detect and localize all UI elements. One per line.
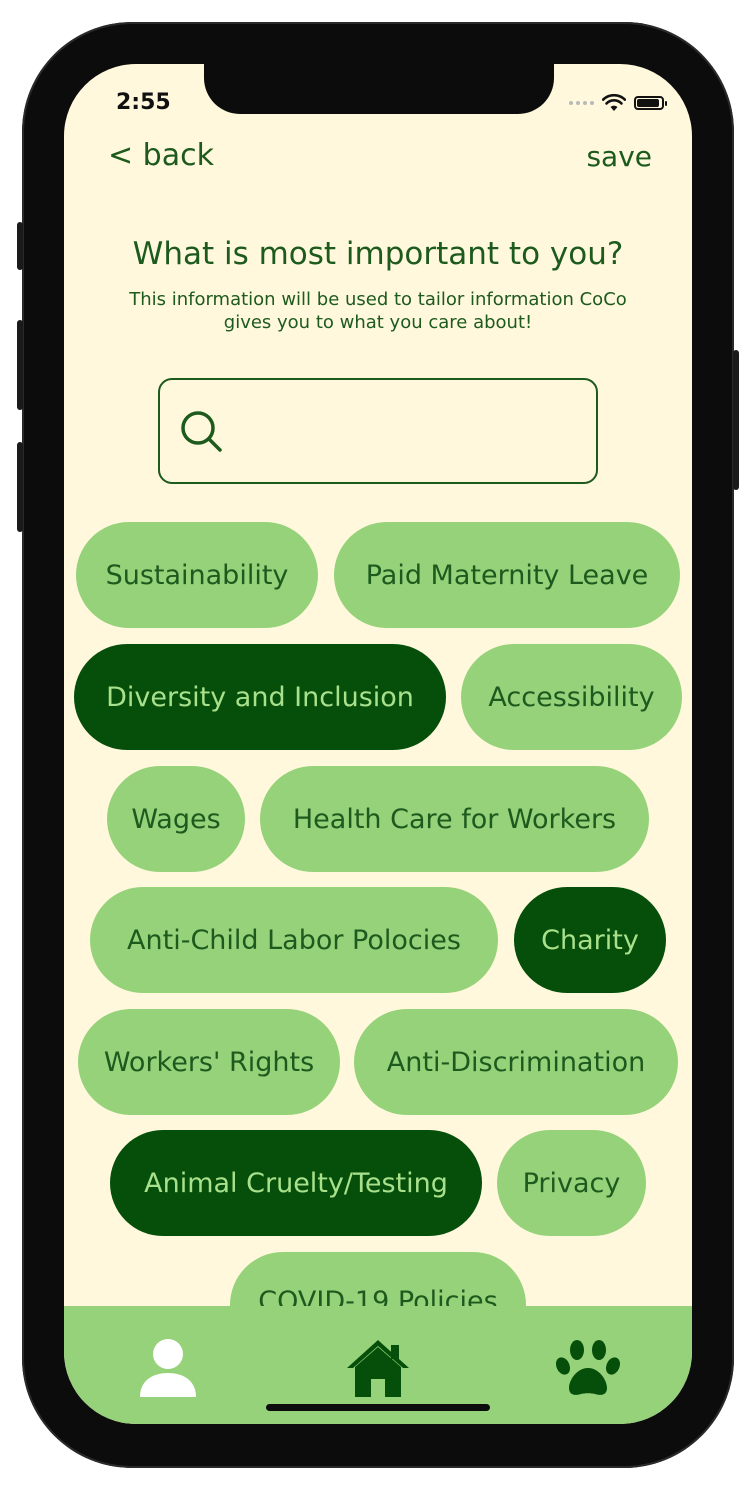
- tag-chip-diversity-and-inclusion[interactable]: Diversity and Inclusion: [74, 644, 446, 750]
- search-input[interactable]: [240, 404, 584, 462]
- tag-chip-anti-child-labor-policies[interactable]: Anti-Child Labor Polocies: [90, 887, 498, 993]
- tag-label: Diversity and Inclusion: [106, 681, 414, 713]
- paw-icon: [555, 1340, 621, 1395]
- volume-down-button: [17, 442, 23, 532]
- tag-label: Anti-Child Labor Polocies: [127, 924, 461, 956]
- tag-label: Workers' Rights: [103, 1046, 315, 1078]
- tag-chip-wages[interactable]: Wages: [107, 766, 245, 872]
- notch: [204, 64, 554, 114]
- home-icon: [347, 1340, 409, 1397]
- tab-home[interactable]: [342, 1332, 414, 1404]
- tag-chip-health-care-for-workers[interactable]: Health Care for Workers: [260, 766, 649, 872]
- tag-label: Animal Cruelty/Testing: [144, 1167, 448, 1199]
- power-button: [733, 350, 739, 490]
- tag-chip-paid-maternity-leave[interactable]: Paid Maternity Leave: [334, 522, 680, 628]
- status-time: 2:55: [116, 90, 171, 115]
- tag-label: Wages: [131, 803, 221, 835]
- tag-label: Sustainability: [105, 559, 289, 591]
- app-screen: 2:55 < back save What is most important …: [64, 64, 692, 1424]
- tag-chip-accessibility[interactable]: Accessibility: [461, 644, 682, 750]
- save-button[interactable]: save: [586, 140, 652, 173]
- page-title: What is most important to you?: [132, 236, 624, 272]
- back-button[interactable]: < back: [108, 138, 214, 173]
- tag-chip-anti-discrimination[interactable]: Anti-Discrimination: [354, 1009, 678, 1115]
- search-box[interactable]: [158, 378, 598, 484]
- tag-chip-charity[interactable]: Charity: [514, 887, 666, 993]
- home-indicator: [266, 1404, 490, 1411]
- battery-icon: [634, 96, 667, 110]
- status-icons: [569, 94, 667, 112]
- tab-profile[interactable]: [132, 1332, 204, 1404]
- search-icon: [181, 411, 222, 452]
- signal-icon: [569, 101, 594, 105]
- page-subtitle: This information will be used to tailor …: [129, 289, 627, 333]
- tag-chip-sustainability[interactable]: Sustainability: [76, 522, 318, 628]
- tag-label: Privacy: [522, 1167, 621, 1199]
- tag-chip-workers-rights[interactable]: Workers' Rights: [78, 1009, 340, 1115]
- profile-icon: [140, 1339, 196, 1397]
- mute-switch: [17, 222, 23, 270]
- volume-up-button: [17, 320, 23, 410]
- tag-label: Health Care for Workers: [292, 803, 617, 835]
- wifi-icon: [602, 94, 626, 111]
- tag-chip-animal-cruelty-testing[interactable]: Animal Cruelty/Testing: [110, 1130, 482, 1236]
- tag-label: Paid Maternity Leave: [365, 559, 649, 591]
- tag-chip-privacy[interactable]: Privacy: [497, 1130, 646, 1236]
- tab-paw[interactable]: [552, 1332, 624, 1404]
- tag-label: Anti-Discrimination: [386, 1046, 646, 1078]
- tag-label: Accessibility: [488, 681, 655, 713]
- tag-label: Charity: [541, 924, 639, 956]
